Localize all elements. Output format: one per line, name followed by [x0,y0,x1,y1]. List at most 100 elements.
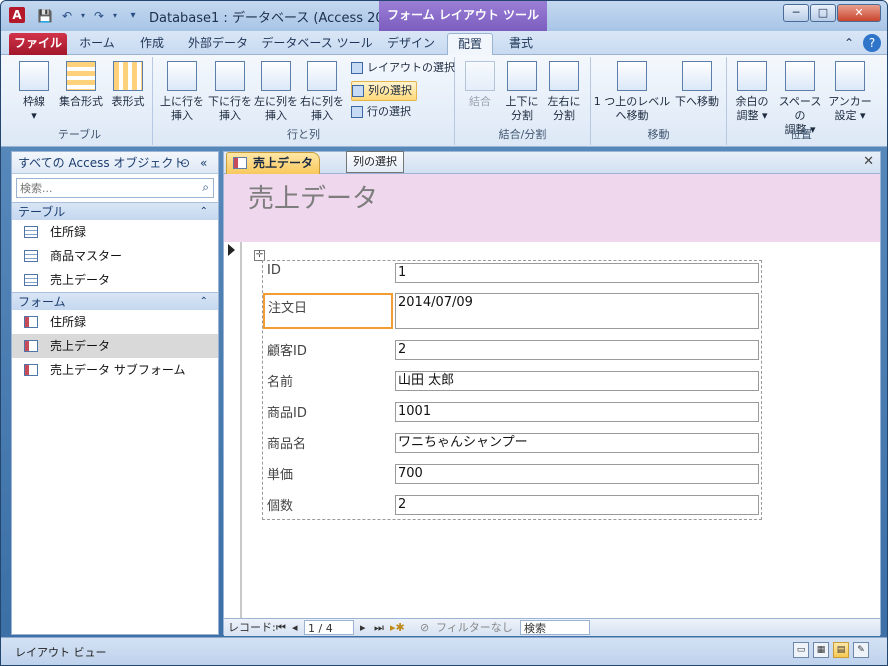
nav-form-item[interactable]: 売上データ サブフォーム [12,358,218,382]
nav-table-item[interactable]: 住所録 [12,220,218,244]
form-title[interactable]: 売上データ [248,178,378,215]
ribbon-collapse-icon[interactable]: ⌃ [841,33,857,55]
select-column-button[interactable]: 列の選択 [351,81,417,101]
filter-status[interactable]: フィルターなし [436,620,513,636]
record-search-input[interactable]: 検索 [520,620,590,635]
document-tab[interactable]: 売上データ [226,152,320,174]
maximize-button[interactable]: □ [810,4,836,22]
select-layout-button[interactable]: レイアウトの選択 [351,59,455,79]
gridlines-icon [19,61,49,91]
select-row-button[interactable]: 行の選択 [351,103,411,123]
gridlines-button[interactable]: 枠線 ▾ [13,61,55,123]
control-margins-icon [737,61,767,91]
split-vertically-button[interactable]: 上下に 分割 [501,61,543,123]
split-horizontally-button[interactable]: 左右に 分割 [543,61,585,123]
move-down-button[interactable]: 下へ移動 [671,61,723,109]
undo-dropdown-icon[interactable]: ▾ [75,8,91,24]
nav-collapse-icon[interactable]: « [200,152,207,174]
anchoring-button[interactable]: アンカー 設定 ▾ [827,61,873,123]
insert-below-button[interactable]: 下に行を 挿入 [207,61,253,123]
field-textbox[interactable]: 2014/07/09 [395,293,759,329]
merge-icon [465,61,495,91]
nav-item-label: 商品マスター [50,249,123,263]
search-icon[interactable]: ⌕ [202,180,209,195]
table-icon [24,274,38,286]
insert-right-button[interactable]: 右に列を 挿入 [299,61,345,123]
tab-format[interactable]: 書式 [497,33,545,55]
control-layout[interactable]: ID 1 注文日 2014/07/09 顧客ID 2 名前 山田 太郎 商品ID… [262,260,762,520]
new-record-icon[interactable]: ▸✱ [390,620,405,636]
tab-create[interactable]: 作成 [127,33,177,55]
redo-icon[interactable]: ↷ [91,8,107,24]
tab-home[interactable]: ホーム [71,33,123,55]
collapse-section-icon[interactable]: ⌃ [200,293,208,311]
field-label-selected[interactable]: 注文日 [263,293,393,329]
save-icon[interactable]: 💾 [37,8,53,24]
field-textbox[interactable]: 2 [395,495,759,515]
nav-table-item[interactable]: 売上データ [12,268,218,292]
undo-icon[interactable]: ↶ [59,8,75,24]
nav-menu-dropdown-icon[interactable]: ⊙ [180,152,190,174]
merge-button[interactable]: 結合 [459,61,501,109]
field-label[interactable]: 商品ID [267,402,307,421]
tab-external-data[interactable]: 外部データ [181,33,255,55]
form-view-icon[interactable]: ▭ [793,642,809,658]
filter-icon[interactable]: ⊘ [420,620,429,636]
nav-section-forms[interactable]: フォーム ⌃ [12,292,218,310]
field-textbox[interactable]: 700 [395,464,759,484]
record-number-input[interactable]: 1 / 4 [304,620,354,635]
nav-table-item[interactable]: 商品マスター [12,244,218,268]
field-textbox[interactable]: 1 [395,263,759,283]
first-record-icon[interactable]: ⏮ [276,620,286,636]
insert-left-button[interactable]: 左に列を 挿入 [253,61,299,123]
next-record-icon[interactable]: ▸ [360,620,366,636]
tab-file[interactable]: ファイル [9,33,67,55]
field-label[interactable]: 商品名 [267,433,306,452]
help-icon[interactable]: ? [863,34,881,52]
move-up-button[interactable]: 1 つ上のレベル へ移動 [593,61,671,123]
document-tab-bar: 売上データ ✕ [224,152,880,174]
tab-database-tools[interactable]: データベース ツール [259,33,375,55]
nav-form-item-selected[interactable]: 売上データ [12,334,218,358]
nav-section-tables[interactable]: テーブル ⌃ [12,202,218,220]
nav-search-input[interactable] [17,179,197,197]
last-record-icon[interactable]: ⏭ [374,620,384,636]
insert-left-icon [261,61,291,91]
redo-dropdown-icon[interactable]: ▾ [107,8,123,24]
nav-form-item[interactable]: 住所録 [12,310,218,334]
design-view-icon[interactable]: ✎ [853,642,869,658]
access-app-icon[interactable]: A [9,7,25,23]
stacked-button[interactable]: 集合形式 [57,61,105,109]
field-label[interactable]: 顧客ID [267,340,307,359]
nav-pane-header[interactable]: すべての Access オブジェクト ⊙ « [12,152,218,174]
field-label[interactable]: 個数 [267,495,293,514]
tabular-button[interactable]: 表形式 [107,61,149,109]
field-label[interactable]: ID [267,263,281,278]
previous-record-icon[interactable]: ◂ [292,620,298,636]
insert-above-button[interactable]: 上に行を 挿入 [159,61,205,123]
field-textbox[interactable]: 山田 太郎 [395,371,759,391]
move-up-icon [617,61,647,91]
nav-section-title: テーブル [18,205,66,219]
collapse-section-icon[interactable]: ⌃ [200,203,208,221]
control-margins-button[interactable]: 余白の 調整 ▾ [729,61,775,123]
field-textbox[interactable]: 1001 [395,402,759,422]
customize-qat-icon[interactable]: ▾ [125,8,141,24]
form-detail: ✛ ID 1 注文日 2014/07/09 顧客ID 2 名前 山田 太郎 商品… [242,242,880,618]
tab-arrange[interactable]: 配置 [447,33,493,55]
field-textbox[interactable]: ワニちゃんシャンプー [395,433,759,453]
navigation-pane: すべての Access オブジェクト ⊙ « ⌕ テーブル ⌃ 住所録 商品マスタ… [11,151,219,635]
tab-design[interactable]: デザイン [383,33,439,55]
status-text: レイアウト ビュー [15,646,107,659]
field-label[interactable]: 名前 [267,371,293,390]
close-document-icon[interactable]: ✕ [863,154,874,169]
group-table: 枠線 ▾ 集合形式 表形式 テーブル [7,57,153,145]
minimize-button[interactable]: ─ [783,4,809,22]
datasheet-view-icon[interactable]: ▦ [813,642,829,658]
layout-view-icon[interactable]: ▤ [833,642,849,658]
field-textbox[interactable]: 2 [395,340,759,360]
table-icon [24,250,38,262]
close-button[interactable]: ✕ [837,4,881,22]
field-label[interactable]: 単価 [267,464,293,483]
record-selector[interactable] [224,242,242,618]
